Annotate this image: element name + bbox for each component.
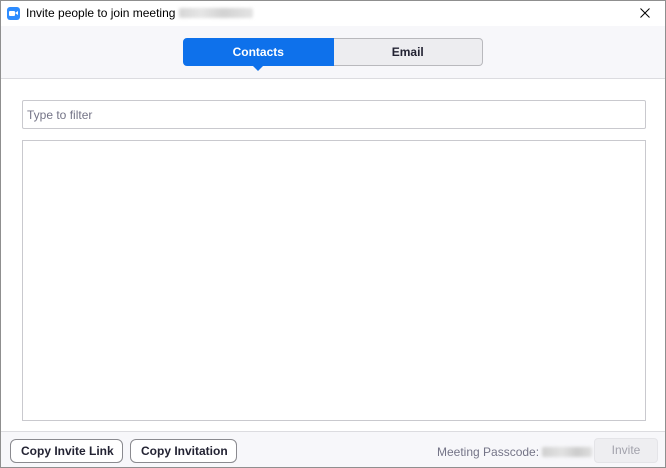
tab-contacts[interactable]: Contacts bbox=[183, 38, 334, 71]
close-icon bbox=[640, 8, 650, 18]
window-title-label: Invite people to join meeting bbox=[26, 6, 176, 20]
passcode-redacted bbox=[542, 447, 593, 457]
copy-invite-link-button[interactable]: Copy Invite Link bbox=[10, 439, 123, 463]
copy-invitation-button[interactable]: Copy Invitation bbox=[130, 439, 237, 463]
invite-dialog: Invite people to join meeting Contacts E… bbox=[0, 0, 666, 468]
meeting-passcode: Meeting Passcode: bbox=[437, 445, 593, 459]
invite-button[interactable]: Invite bbox=[594, 438, 658, 463]
meeting-id-redacted bbox=[179, 8, 254, 18]
zoom-camera-icon bbox=[7, 7, 20, 20]
tab-bar: Contacts Email bbox=[1, 26, 665, 79]
tab-group: Contacts Email bbox=[183, 38, 483, 71]
window-title: Invite people to join meeting bbox=[26, 6, 254, 20]
filter-input[interactable] bbox=[22, 100, 646, 129]
meeting-passcode-label: Meeting Passcode: bbox=[437, 445, 540, 459]
close-button[interactable] bbox=[631, 3, 659, 23]
footer-bar: Copy Invite Link Copy Invitation Meeting… bbox=[1, 431, 665, 467]
title-bar[interactable]: Invite people to join meeting bbox=[1, 1, 665, 26]
tab-email[interactable]: Email bbox=[333, 38, 483, 66]
contact-list[interactable] bbox=[22, 140, 646, 421]
